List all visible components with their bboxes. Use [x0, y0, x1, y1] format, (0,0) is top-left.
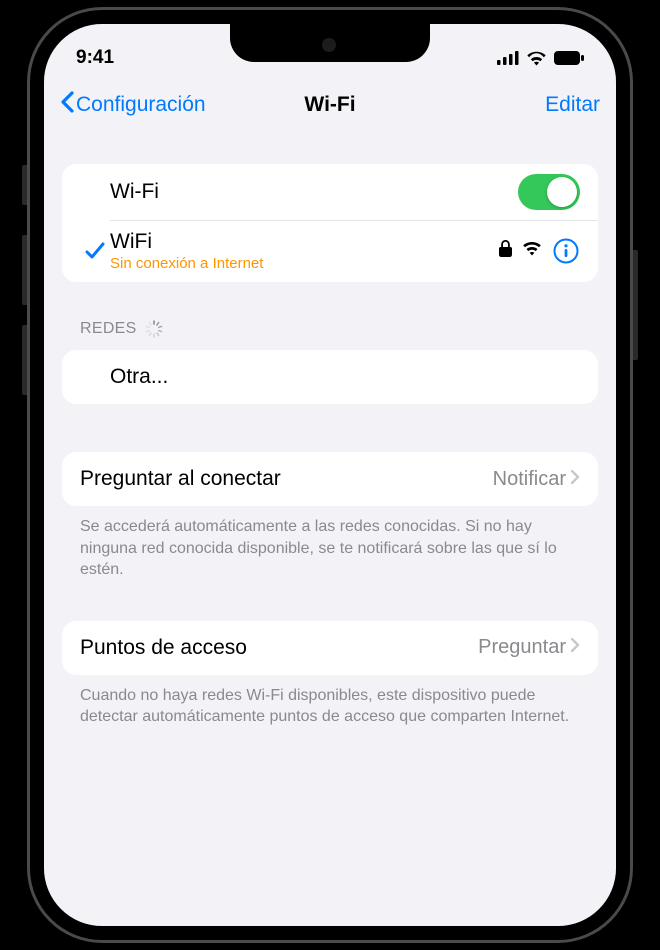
chevron-right-icon [570, 469, 580, 490]
ask-to-join-row[interactable]: Preguntar al conectar Notificar [62, 452, 598, 506]
other-network-label: Otra... [110, 365, 580, 389]
networks-group: Otra... [62, 350, 598, 404]
hotspot-footer: Cuando no haya redes Wi-Fi disponibles, … [62, 675, 598, 728]
hotspot-value: Preguntar [478, 636, 566, 659]
power-button [630, 250, 638, 360]
other-network-row[interactable]: Otra... [62, 350, 598, 404]
chevron-left-icon [60, 91, 74, 119]
wifi-switch[interactable] [518, 174, 580, 210]
spinner-icon [145, 320, 163, 338]
screen: 9:41 Configuración Wi-Fi [44, 24, 616, 926]
wifi-toggle-label: Wi-Fi [110, 180, 518, 204]
networks-header: REDES [62, 320, 598, 344]
ask-footer: Se accederá automáticamente a las redes … [62, 506, 598, 581]
connected-network-row[interactable]: WiFi Sin conexión a Internet [62, 220, 598, 282]
ask-group: Preguntar al conectar Notificar [62, 452, 598, 506]
edit-button[interactable]: Editar [545, 93, 600, 117]
hotspot-group: Puntos de acceso Preguntar [62, 621, 598, 675]
wifi-group: Wi-Fi WiFi Sin conexión a Internet [62, 164, 598, 282]
volume-down-button [22, 325, 30, 395]
lock-icon [499, 240, 512, 262]
page-title: Wi-Fi [304, 93, 355, 117]
wifi-signal-icon [522, 241, 542, 261]
status-right [497, 51, 584, 66]
back-button[interactable]: Configuración [60, 91, 206, 119]
ask-label: Preguntar al conectar [80, 467, 493, 491]
chevron-right-icon [570, 637, 580, 658]
phone-frame: 9:41 Configuración Wi-Fi [30, 10, 630, 940]
checkmark-icon [80, 242, 110, 260]
cellular-icon [497, 51, 519, 65]
networks-header-label: REDES [80, 320, 137, 338]
hotspot-label: Puntos de acceso [80, 636, 478, 660]
wifi-icon [526, 51, 547, 66]
silence-switch [22, 165, 30, 205]
info-button[interactable] [552, 237, 580, 265]
navigation-bar: Configuración Wi-Fi Editar [44, 80, 616, 130]
connected-network-warning: Sin conexión a Internet [110, 255, 499, 272]
battery-icon [554, 51, 584, 65]
connected-network-name: WiFi [110, 230, 499, 254]
content: Wi-Fi WiFi Sin conexión a Internet [44, 130, 616, 926]
device-notch [230, 24, 430, 62]
ask-value: Notificar [493, 468, 566, 491]
wifi-toggle-row: Wi-Fi [62, 164, 598, 220]
hotspot-row[interactable]: Puntos de acceso Preguntar [62, 621, 598, 675]
status-time: 9:41 [76, 47, 114, 69]
back-label: Configuración [76, 93, 206, 117]
volume-up-button [22, 235, 30, 305]
network-status-icons [499, 237, 580, 265]
